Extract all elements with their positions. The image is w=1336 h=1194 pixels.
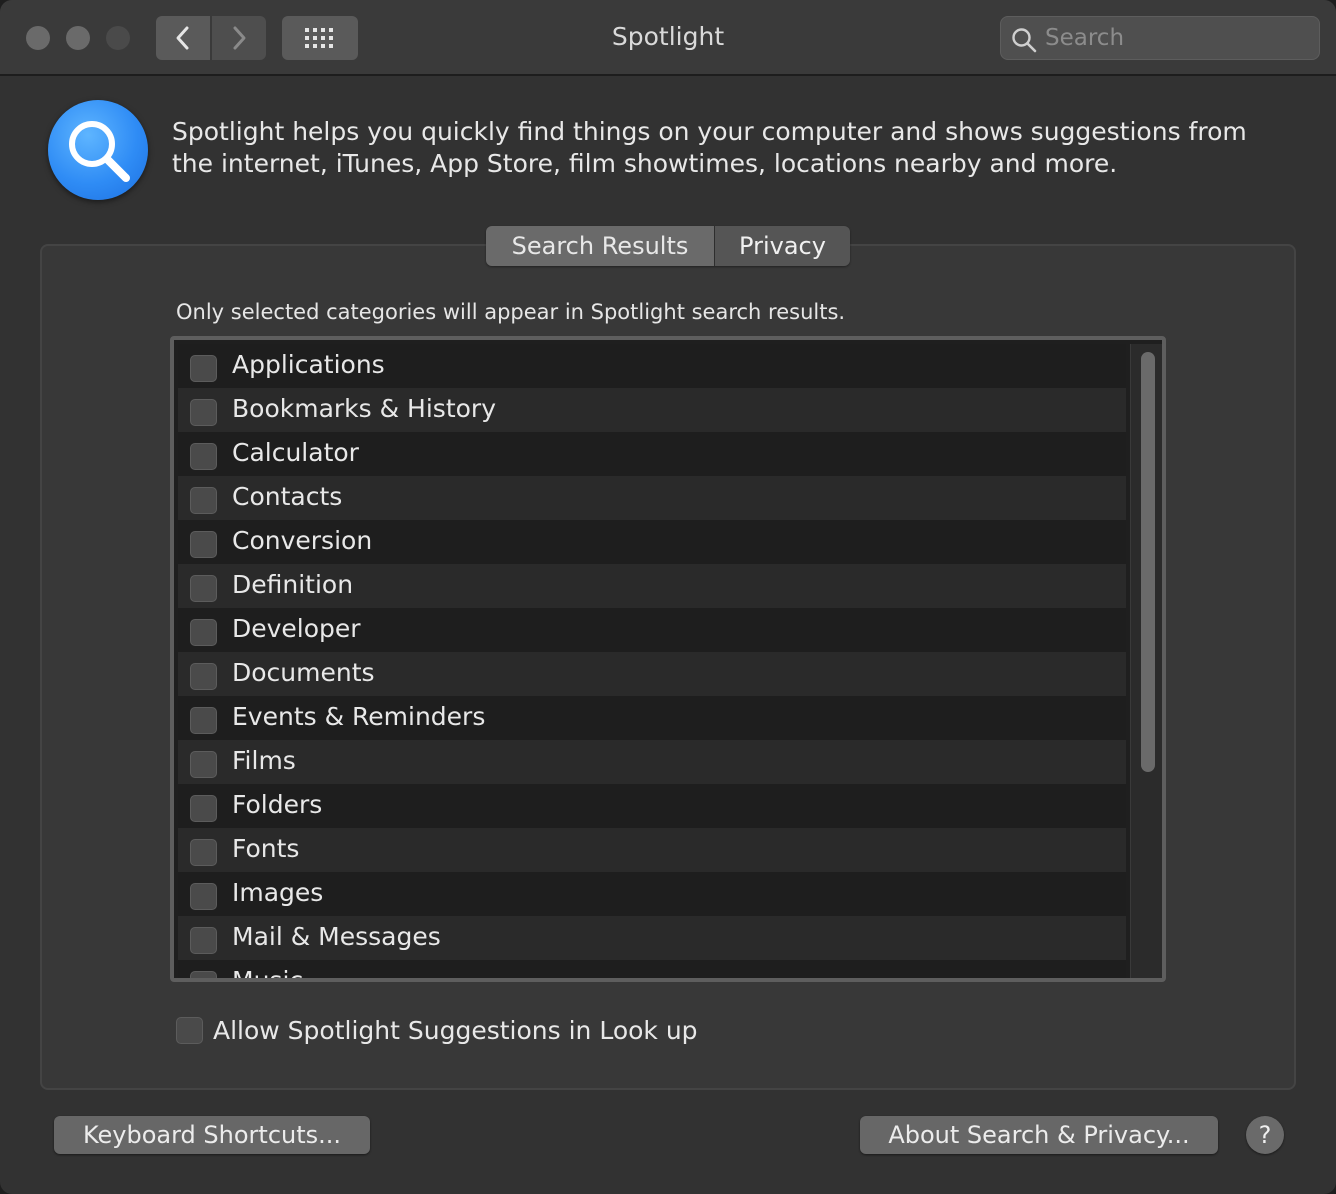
categories-list: Applications Bookmarks & History Calculato… [170, 336, 1166, 982]
category-checkbox[interactable] [190, 707, 217, 734]
categories-list-content: Applications Bookmarks & History Calculato… [178, 344, 1126, 978]
category-label: Contacts [232, 482, 343, 511]
category-row[interactable]: Films [178, 740, 1126, 784]
category-row[interactable]: Fonts [178, 828, 1126, 872]
category-label: Applications [232, 350, 385, 379]
vertical-scrollbar[interactable] [1130, 344, 1162, 978]
spotlight-magnifier-icon [48, 100, 148, 200]
category-checkbox[interactable] [190, 795, 217, 822]
spotlight-preferences-window: Spotlight Spotlight helps you quickly fi… [0, 0, 1336, 1194]
category-row[interactable]: Music [178, 960, 1126, 978]
tab-privacy[interactable]: Privacy [714, 226, 850, 266]
allow-suggestions-option[interactable]: Allow Spotlight Suggestions in Look up [176, 1016, 698, 1045]
category-row[interactable]: Conversion [178, 520, 1126, 564]
category-row[interactable]: Bookmarks & History [178, 388, 1126, 432]
category-row[interactable]: Folders [178, 784, 1126, 828]
category-checkbox[interactable] [190, 531, 217, 558]
category-label: Films [232, 746, 296, 775]
category-checkbox[interactable] [190, 575, 217, 602]
category-label: Calculator [232, 438, 359, 467]
category-label: Definition [232, 570, 354, 599]
category-label: Images [232, 878, 324, 907]
category-checkbox[interactable] [190, 927, 217, 954]
category-checkbox[interactable] [190, 399, 217, 426]
category-checkbox[interactable] [190, 971, 217, 978]
category-label: Bookmarks & History [232, 394, 497, 423]
search-input[interactable] [1045, 17, 1305, 59]
category-checkbox[interactable] [190, 883, 217, 910]
search-icon [1012, 28, 1037, 53]
category-checkbox[interactable] [190, 839, 217, 866]
category-checkbox[interactable] [190, 751, 217, 778]
category-checkbox[interactable] [190, 663, 217, 690]
category-checkbox[interactable] [190, 443, 217, 470]
about-search-privacy-button[interactable]: About Search & Privacy... [860, 1116, 1218, 1154]
help-button[interactable]: ? [1246, 1116, 1284, 1154]
category-checkbox[interactable] [190, 619, 217, 646]
category-row[interactable]: Applications [178, 344, 1126, 388]
tab-search-results[interactable]: Search Results [486, 226, 714, 266]
tab-bar: Search Results Privacy [486, 226, 850, 266]
category-row[interactable]: Events & Reminders [178, 696, 1126, 740]
category-row[interactable]: Mail & Messages [178, 916, 1126, 960]
category-label: Fonts [232, 834, 300, 863]
category-checkbox[interactable] [190, 355, 217, 382]
category-row[interactable]: Developer [178, 608, 1126, 652]
allow-suggestions-checkbox[interactable] [176, 1017, 203, 1044]
allow-suggestions-label: Allow Spotlight Suggestions in Look up [213, 1016, 698, 1045]
categories-hint: Only selected categories will appear in … [176, 300, 846, 324]
category-label: Events & Reminders [232, 702, 486, 731]
category-row[interactable]: Calculator [178, 432, 1126, 476]
search-field[interactable] [1000, 16, 1320, 60]
category-row[interactable]: Documents [178, 652, 1126, 696]
category-label: Mail & Messages [232, 922, 441, 951]
keyboard-shortcuts-button[interactable]: Keyboard Shortcuts... [54, 1116, 370, 1154]
category-row[interactable]: Images [178, 872, 1126, 916]
category-label: Conversion [232, 526, 373, 555]
category-label: Developer [232, 614, 361, 643]
category-checkbox[interactable] [190, 487, 217, 514]
category-label: Folders [232, 790, 323, 819]
category-label: Documents [232, 658, 375, 687]
category-row[interactable]: Definition [178, 564, 1126, 608]
title-bar: Spotlight [0, 0, 1336, 76]
spotlight-description: Spotlight helps you quickly find things … [172, 117, 1247, 178]
category-row[interactable]: Contacts [178, 476, 1126, 520]
scrollbar-thumb[interactable] [1141, 352, 1155, 772]
category-label: Music [232, 966, 303, 978]
